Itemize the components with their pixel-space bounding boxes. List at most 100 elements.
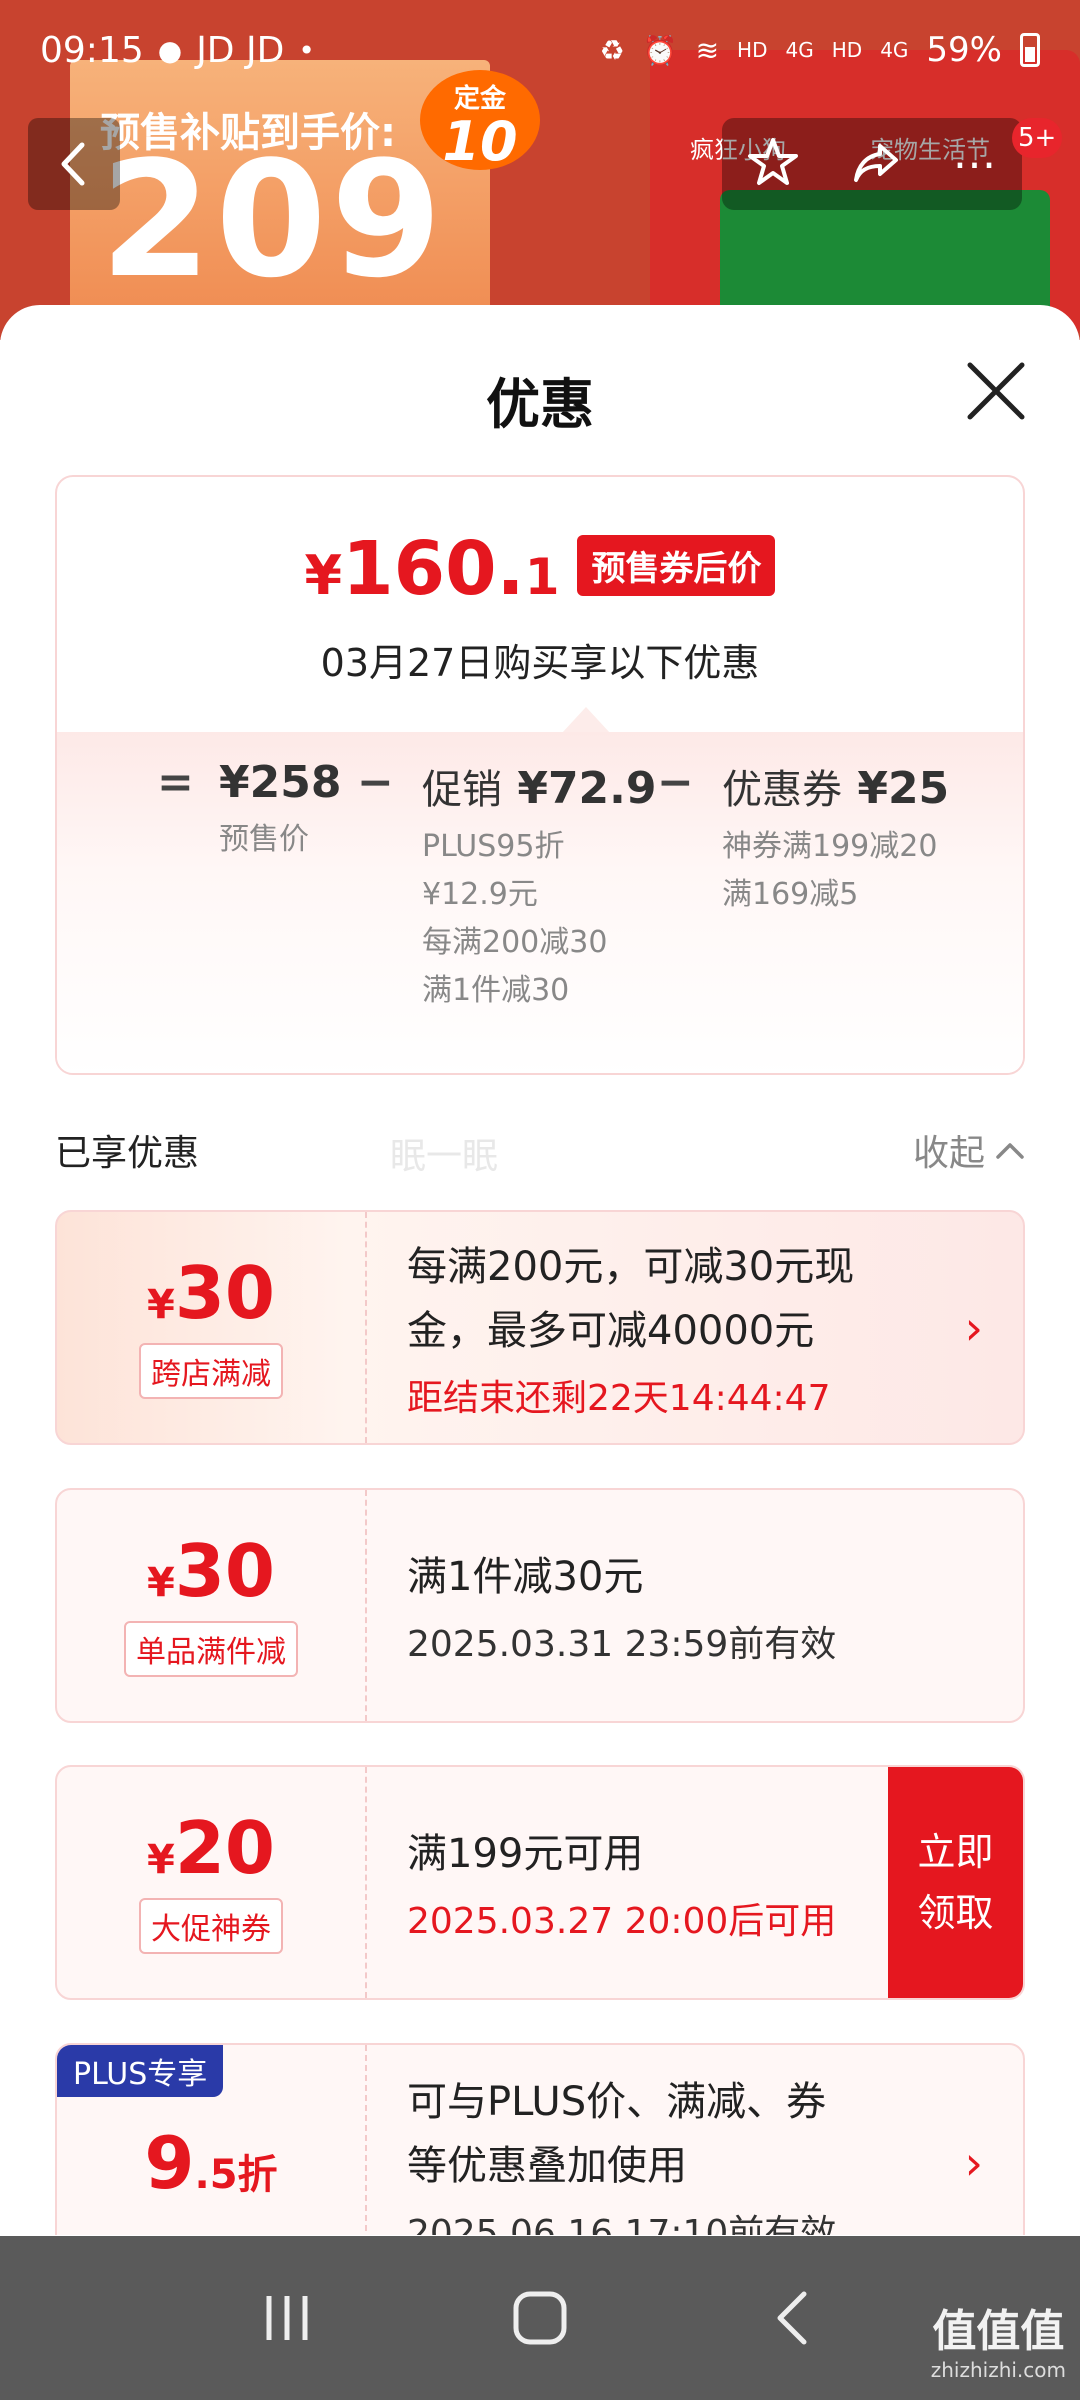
- promotion-detail-threshold: 每满200减30: [422, 925, 608, 960]
- chevron-right-icon: ›: [964, 1300, 983, 1355]
- plus-discount-value: 9.5折: [144, 2127, 277, 2199]
- alarm-icon: ⏰: [642, 33, 678, 67]
- currency-symbol: ¥: [146, 1281, 175, 1328]
- currency-symbol: ¥: [146, 1559, 175, 1606]
- presale-price-value: ¥258: [219, 757, 342, 808]
- price-summary-card: ¥160.1 预售券后价 03月27日购买享以下优惠 = ¥258 预售价 − …: [55, 475, 1025, 1075]
- recycle-icon: ♻: [599, 33, 625, 67]
- presale-price-column: ¥258 预售价: [219, 757, 341, 864]
- share-icon: [853, 144, 898, 182]
- status-bar: 09:15 ● JD JD • ♻ ⏰ ≋ HD 4G HD 4G 59%: [0, 0, 1080, 100]
- chevron-right-icon: ›: [964, 2136, 983, 2190]
- site-url: zhizhizhi.com: [930, 2358, 1066, 2382]
- presale-price-label: 预售价: [219, 822, 309, 857]
- currency-symbol: ¥: [146, 1836, 175, 1883]
- coupon-label: 优惠券: [722, 767, 842, 813]
- home-button[interactable]: [500, 2278, 580, 2358]
- coupon-validity: 2025.06.16 17:10前有效: [407, 2213, 837, 2235]
- recents-icon: [266, 2296, 308, 2340]
- close-icon: [967, 362, 1025, 420]
- coupon-amount: ¥20: [147, 1812, 275, 1884]
- star-icon: [748, 138, 799, 185]
- promotion-detail-plus: PLUS95折: [422, 829, 565, 864]
- signal-4g-1: 4G: [785, 38, 814, 62]
- buy-date-text: 03月27日购买享以下优惠: [320, 641, 760, 685]
- coupon-description-line-1: 可与PLUS价、满减、券: [407, 2079, 827, 2125]
- favorite-button[interactable]: [747, 136, 799, 192]
- top-action-bar: ⋯: [722, 118, 1022, 210]
- pointer-triangle: [562, 707, 610, 733]
- applied-discounts-header: 已享优惠 收起: [55, 1120, 1025, 1180]
- presale-tag: 预售券后价: [577, 535, 776, 596]
- chevron-up-icon: [996, 1143, 1024, 1159]
- nav-back-icon: [777, 2291, 807, 2345]
- wifi-icon: ≋: [695, 33, 720, 67]
- watermark-text: 眠一眠: [390, 1136, 499, 1177]
- coupon-card-cross-store[interactable]: ¥30 跨店满减 每满200元，可减30元现 金，最多可减40000元 距结束还…: [55, 1210, 1025, 1445]
- coupon-type-tag: 跨店满减: [139, 1342, 283, 1399]
- coupon-value: ¥25: [857, 763, 950, 814]
- promotion-detail-plus-amount: ¥12.9元: [422, 877, 538, 912]
- minus-sign: −: [357, 757, 394, 808]
- deposit-value: 10: [442, 110, 518, 173]
- recents-button[interactable]: [247, 2278, 327, 2358]
- collapse-button[interactable]: 收起: [913, 1124, 1025, 1176]
- claim-label-line-2: 领取: [917, 1890, 994, 1935]
- final-price-decimal: 1: [524, 548, 560, 606]
- battery-icon: [1020, 33, 1040, 67]
- coupon-card-single-item: ¥30 单品满件减 满1件减30元 2025.03.31 23:59前有效: [55, 1488, 1025, 1723]
- final-price-integer: 160.: [342, 526, 525, 612]
- claim-coupon-button[interactable]: 立即 领取: [888, 1767, 1023, 1998]
- coupon-detail-1: 神券满199减20: [722, 829, 938, 864]
- close-button[interactable]: [962, 357, 1030, 425]
- coupon-description: 满199元可用: [407, 1830, 644, 1877]
- site-watermark: 值值值 zhizhizhi.com: [930, 2310, 1066, 2382]
- more-button[interactable]: ⋯: [953, 139, 997, 190]
- coupon-description-line-1: 每满200元，可减30元现: [407, 1243, 855, 1290]
- promo-banner-price: 209: [100, 126, 446, 313]
- network-hd-1: HD: [737, 38, 768, 62]
- coupon-card-mega-sale: ¥20 大促神券 满199元可用 2025.03.27 20:00后可用 立即 …: [55, 1765, 1025, 2000]
- coupon-description-line-2: 等优惠叠加使用: [407, 2143, 687, 2189]
- promotion-detail-piece: 满1件减30: [422, 973, 570, 1008]
- coupon-validity: 2025.03.31 23:59前有效: [407, 1623, 837, 1665]
- coupon-detail-2: 满169减5: [722, 877, 859, 912]
- section-title: 已享优惠: [55, 1133, 200, 1174]
- coupon-amount-value: 20: [174, 1805, 276, 1890]
- final-price-symbol: ¥: [304, 544, 343, 607]
- site-name: 值值值: [932, 2306, 1065, 2357]
- coupon-available-time: 2025.03.27 20:00后可用: [407, 1900, 837, 1942]
- promotion-column: 促销 ¥72.9 PLUS95折 ¥12.9元 每满200减30 满1件减30: [422, 757, 657, 1015]
- coupon-amount-value: 30: [174, 1250, 276, 1335]
- minus-sign: −: [657, 757, 694, 808]
- home-icon: [513, 2291, 567, 2345]
- coupon-type-tag: 单品满件减: [124, 1620, 298, 1677]
- coupon-countdown: 距结束还剩22天14:44:47: [407, 1377, 831, 1419]
- dot-icon: •: [298, 33, 315, 67]
- share-button[interactable]: [850, 136, 902, 192]
- wechat-icon: ●: [157, 33, 183, 67]
- coupon-amount-value: 30: [174, 1528, 276, 1613]
- back-button[interactable]: [28, 118, 120, 210]
- sheet-title: 优惠: [486, 373, 594, 436]
- discount-integer: 9: [144, 2121, 195, 2205]
- equals-sign: =: [157, 757, 194, 808]
- battery-percent: 59%: [926, 30, 1002, 70]
- coupon-type-tag: 大促神券: [139, 1897, 283, 1954]
- coupon-amount: ¥30: [147, 1257, 275, 1329]
- message-count-badge: 5+: [1012, 118, 1063, 158]
- signal-4g-2: 4G: [880, 38, 909, 62]
- coupon-column: 优惠券 ¥25 神券满199减20 满169减5: [722, 757, 949, 919]
- system-back-button[interactable]: [753, 2278, 833, 2358]
- system-navigation-bar: [0, 2236, 1080, 2400]
- collapse-label: 收起: [912, 1133, 985, 1174]
- coupon-description-line-2: 金，最多可减40000元: [407, 1307, 815, 1354]
- discount-sheet: 优惠 ¥160.1 预售券后价 03月27日购买享以下优惠 = ¥258 预售价…: [0, 305, 1080, 2235]
- promotion-label: 促销: [422, 767, 502, 813]
- status-apps: JD JD: [196, 29, 285, 71]
- coupon-description: 满1件减30元: [407, 1553, 644, 1600]
- network-hd-2: HD: [831, 38, 863, 62]
- claim-label-line-1: 立即: [917, 1829, 994, 1874]
- promotion-value: ¥72.9: [517, 763, 657, 814]
- coupon-card-plus-discount[interactable]: PLUS专享 9.5折 可与PLUS价、满减、券 等优惠叠加使用 2025.06…: [55, 2043, 1025, 2235]
